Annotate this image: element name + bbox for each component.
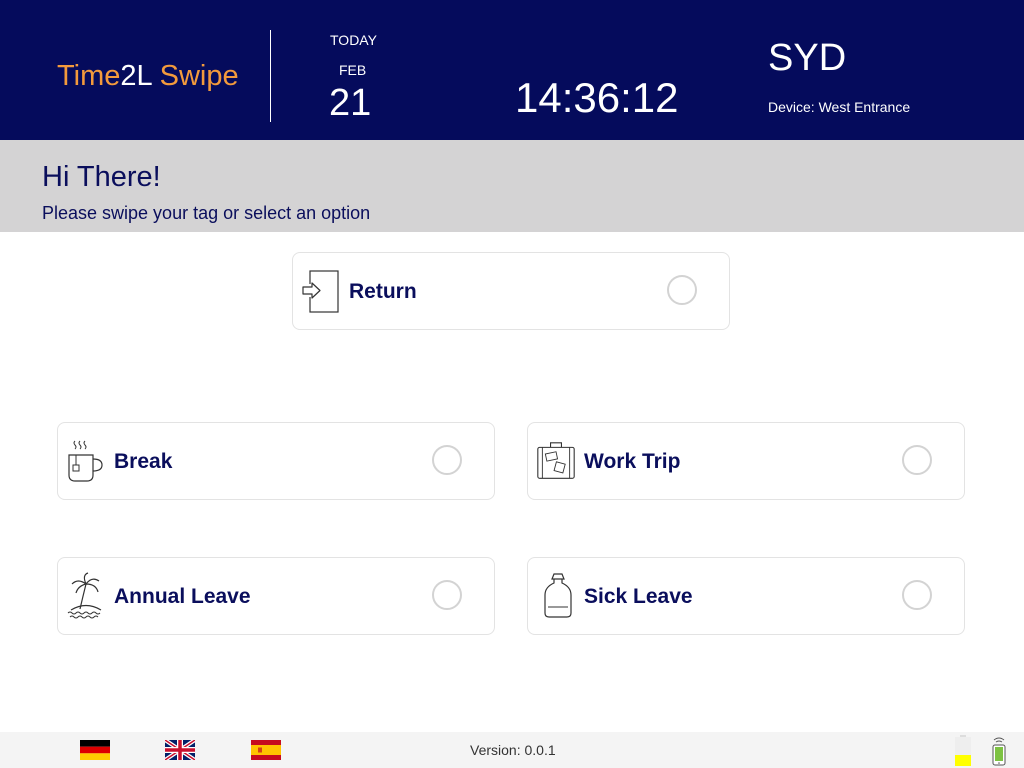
date-day: 21 — [329, 82, 372, 124]
palm-island-icon — [67, 572, 102, 619]
option-return-radio[interactable] — [667, 275, 697, 305]
german-flag-icon[interactable] — [80, 740, 110, 760]
option-break-radio[interactable] — [432, 445, 462, 475]
option-annual-leave-label: Annual Leave — [114, 585, 251, 608]
option-sick-leave-label: Sick Leave — [584, 585, 693, 608]
coffee-cup-icon — [68, 440, 103, 482]
device-name: Device: West Entrance — [768, 99, 911, 115]
date-month: FEB — [339, 62, 367, 78]
site-code: SYD — [768, 37, 847, 79]
hot-water-bottle-icon — [544, 573, 572, 618]
greeting-title: Hi There! — [42, 161, 161, 193]
option-return[interactable]: Return — [292, 252, 730, 330]
option-sick-leave[interactable]: Sick Leave — [527, 557, 965, 635]
option-break[interactable]: Break — [57, 422, 495, 500]
suitcase-icon — [537, 442, 575, 479]
option-work-trip-label: Work Trip — [584, 450, 681, 473]
logo-part-swipe: Swipe — [151, 60, 239, 92]
option-annual-leave[interactable]: Annual Leave — [57, 557, 495, 635]
option-work-trip[interactable]: Work Trip — [527, 422, 965, 500]
battery-icon — [955, 735, 971, 766]
option-work-trip-radio[interactable] — [902, 445, 932, 475]
option-return-label: Return — [349, 280, 417, 303]
uk-flag-icon[interactable] — [165, 740, 195, 760]
greeting-subtitle: Please swipe your tag or select an optio… — [42, 203, 371, 223]
enter-door-icon — [302, 270, 339, 313]
header-bar: Time2L Swipe TODAY FEB 21 14:36:12 SYD D… — [0, 0, 1024, 140]
clock-time: 14:36:12 — [515, 74, 679, 121]
tablet-power-icon — [992, 737, 1006, 766]
today-label: TODAY — [330, 32, 377, 48]
header-divider — [270, 30, 271, 122]
spanish-flag-icon[interactable] — [251, 740, 281, 760]
app-logo: Time2L Swipe — [57, 58, 239, 94]
option-sick-leave-radio[interactable] — [902, 580, 932, 610]
version-label: Version: 0.0.1 — [470, 742, 556, 758]
logo-part-time: Time — [57, 60, 121, 92]
option-annual-leave-radio[interactable] — [432, 580, 462, 610]
option-break-label: Break — [114, 450, 173, 473]
logo-part-2l: 2L — [120, 60, 152, 92]
